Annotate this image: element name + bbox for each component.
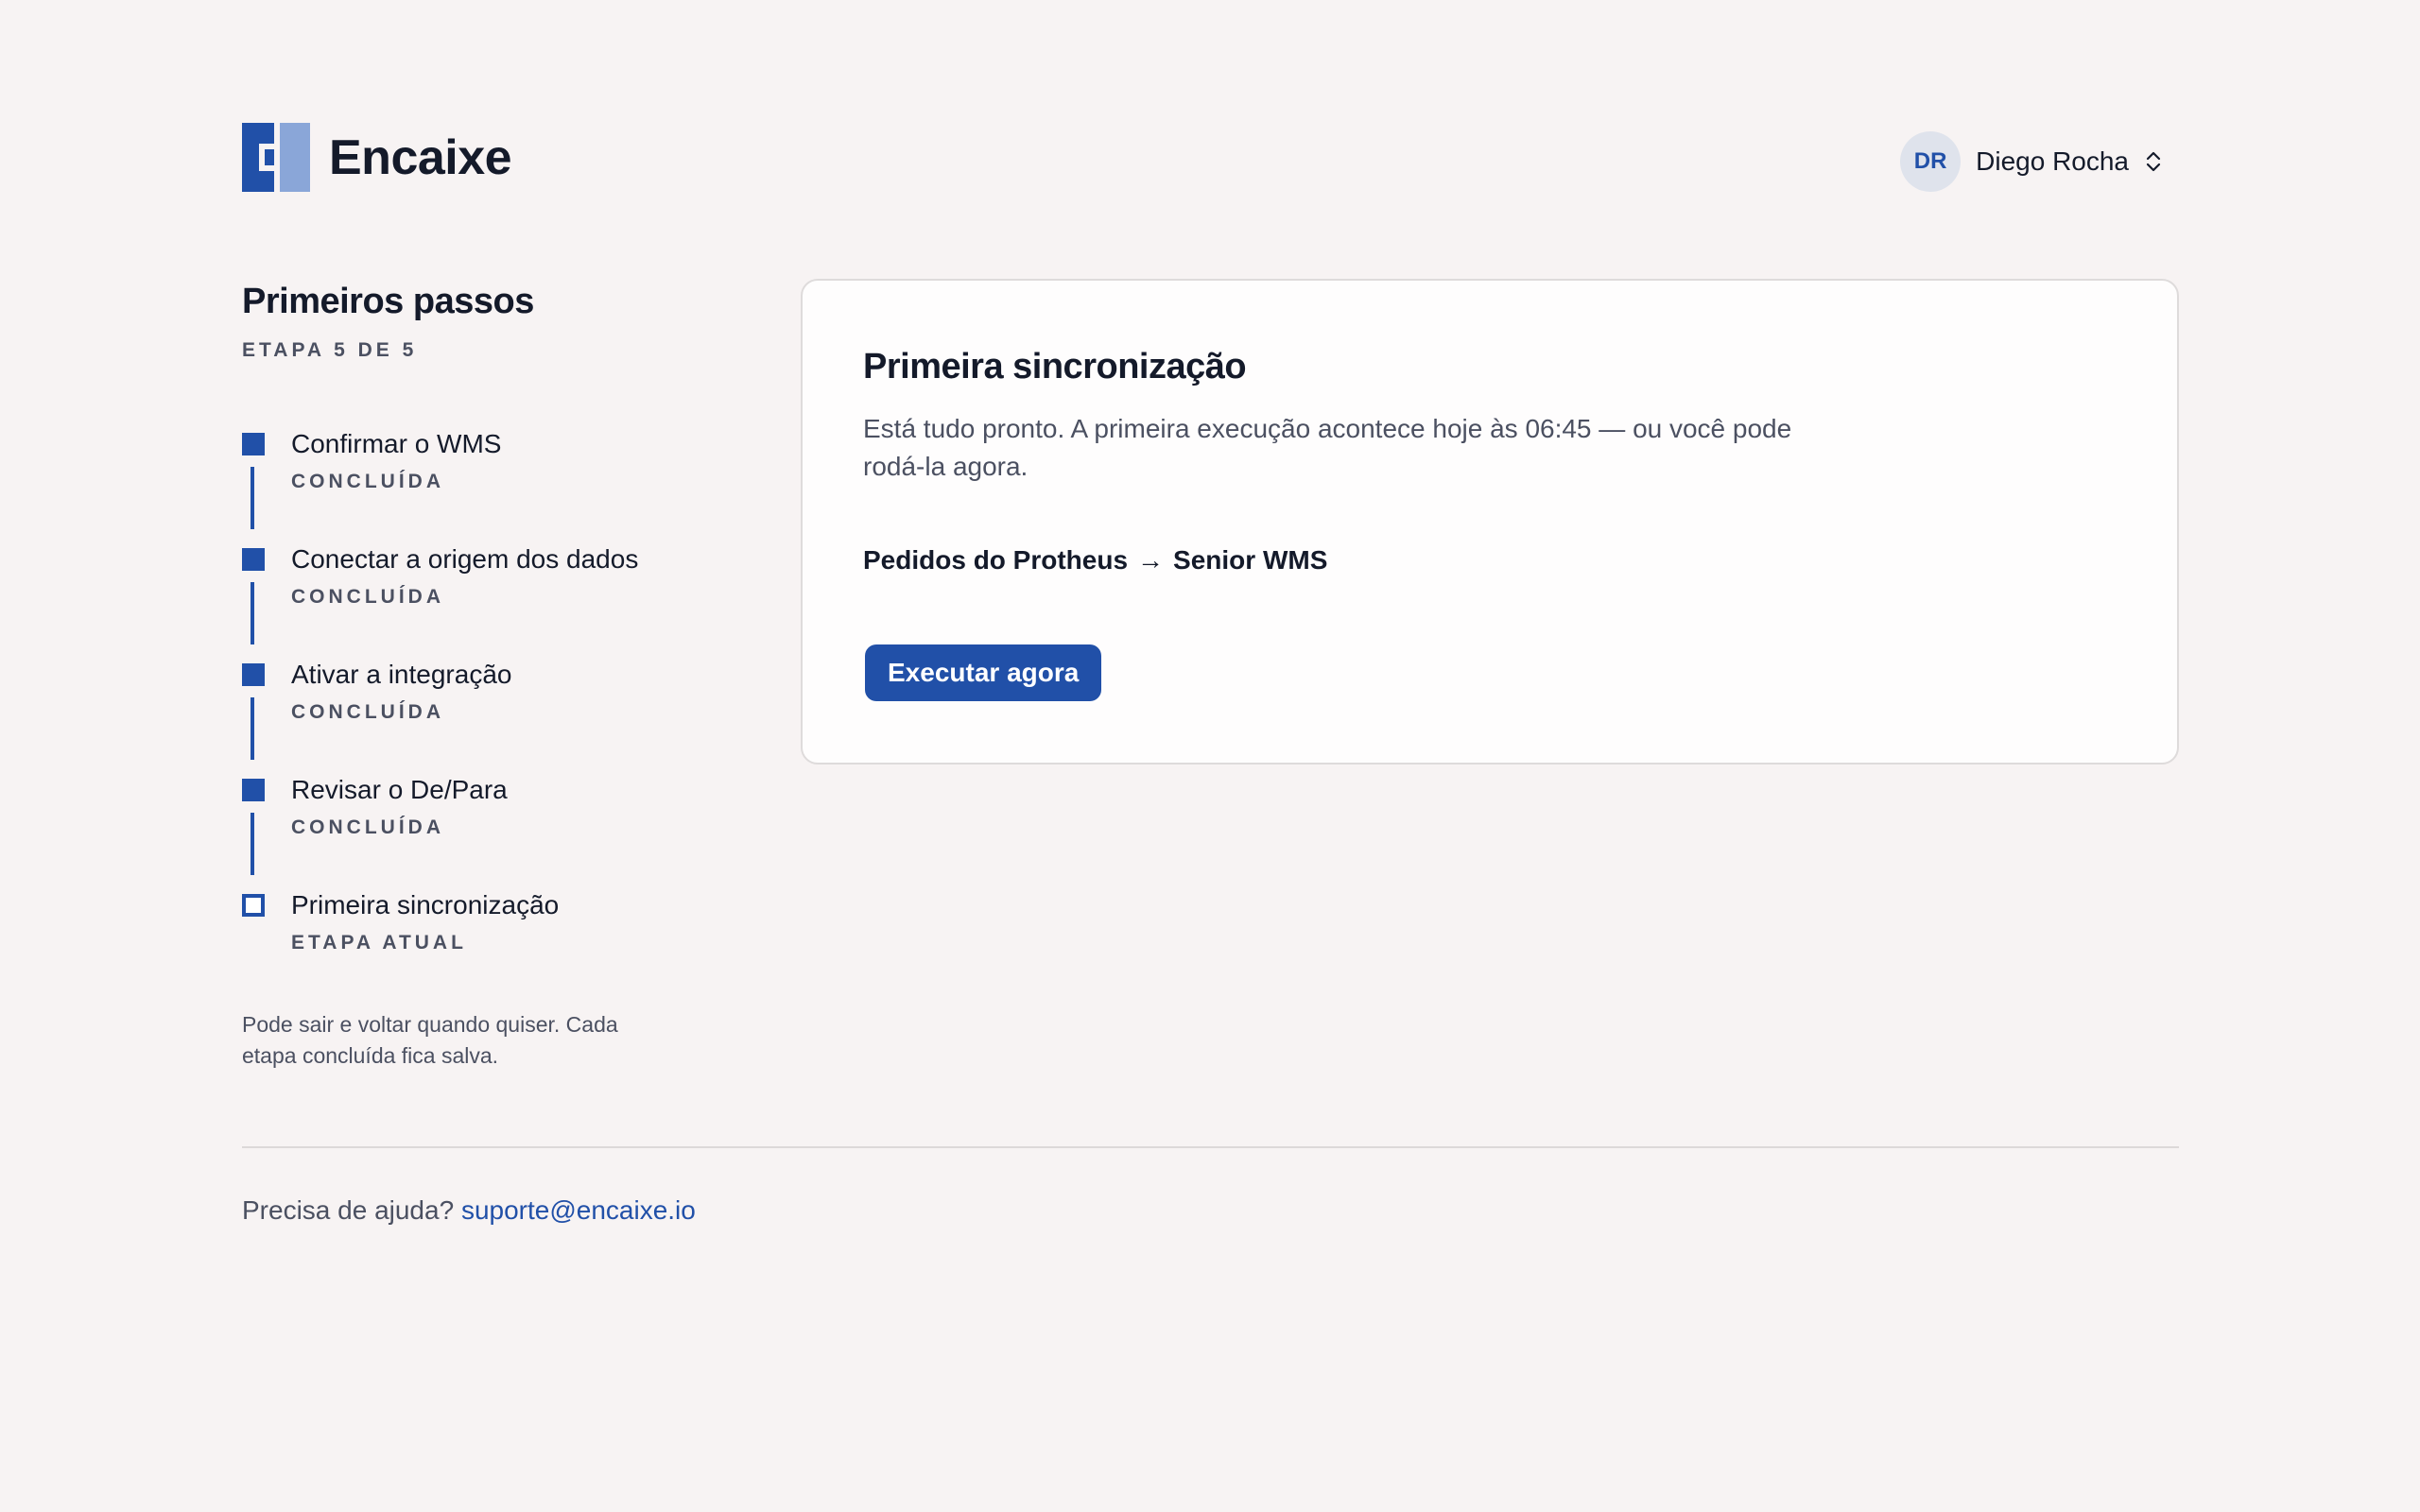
step-label: Primeira sincronização: [291, 890, 560, 919]
brand-name: Encaixe: [329, 129, 512, 185]
sync-flow: Pedidos do Protheus → Senior WMS: [863, 545, 1327, 576]
support-email-link[interactable]: suporte@encaixe.io: [461, 1195, 696, 1225]
step-connector: [251, 697, 254, 760]
card-description: Está tudo pronto. A primeira execução ac…: [863, 414, 1792, 481]
sidebar-title: Primeiros passos: [242, 282, 534, 321]
sidebar-note: Pode sair e voltar quando quiser. Cada e…: [242, 1012, 618, 1068]
step-connector: [251, 582, 254, 644]
help-line: Precisa de ajuda? suporte@encaixe.io: [242, 1195, 696, 1226]
user-menu[interactable]: DR Diego Rocha: [1900, 131, 2163, 192]
run-now-button[interactable]: Executar agora: [865, 644, 1102, 701]
step-status: CONCLUÍDA: [291, 586, 444, 608]
step-current-marker: [242, 894, 265, 917]
step-connector: [251, 467, 254, 529]
arrow-right-icon: →: [1137, 545, 1165, 575]
divider: [242, 1146, 2179, 1148]
step-status: CONCLUÍDA: [291, 816, 444, 838]
step-completed-marker: [242, 779, 265, 801]
flow-target: Senior WMS: [1173, 545, 1328, 575]
help-text: Precisa de ajuda?: [242, 1195, 455, 1225]
card-title: Primeira sincronização: [863, 347, 1247, 387]
step-label: Conectar a origem dos dados: [291, 544, 639, 574]
avatar: DR: [1900, 131, 1962, 192]
step-completed-marker: [242, 548, 265, 571]
step-label: Confirmar o WMS: [291, 429, 502, 458]
step-label: Revisar o De/Para: [291, 775, 508, 804]
chevron-up-down-icon: [2146, 151, 2161, 172]
brand[interactable]: Encaixe: [242, 123, 512, 192]
encaixe-logo-icon: [242, 123, 310, 192]
sidebar-header: Primeiros passos ETAPA 5 DE 5: [242, 282, 696, 362]
step-label: Ativar a integração: [291, 660, 512, 689]
step-completed-marker: [242, 433, 265, 455]
step-connector: [251, 813, 254, 875]
sync-card: Primeira sincronização Está tudo pronto.…: [801, 279, 2179, 765]
user-name: Diego Rocha: [1976, 146, 2129, 176]
step-status: CONCLUÍDA: [291, 471, 444, 492]
page: Encaixe DR Diego Rocha Primeiros passos …: [0, 0, 2420, 1512]
step-completed-marker: [242, 663, 265, 686]
step-status: CONCLUÍDA: [291, 701, 444, 723]
step-status: ETAPA ATUAL: [291, 932, 467, 954]
flow-source: Pedidos do Protheus: [863, 545, 1129, 575]
step-progress: ETAPA 5 DE 5: [242, 339, 418, 361]
